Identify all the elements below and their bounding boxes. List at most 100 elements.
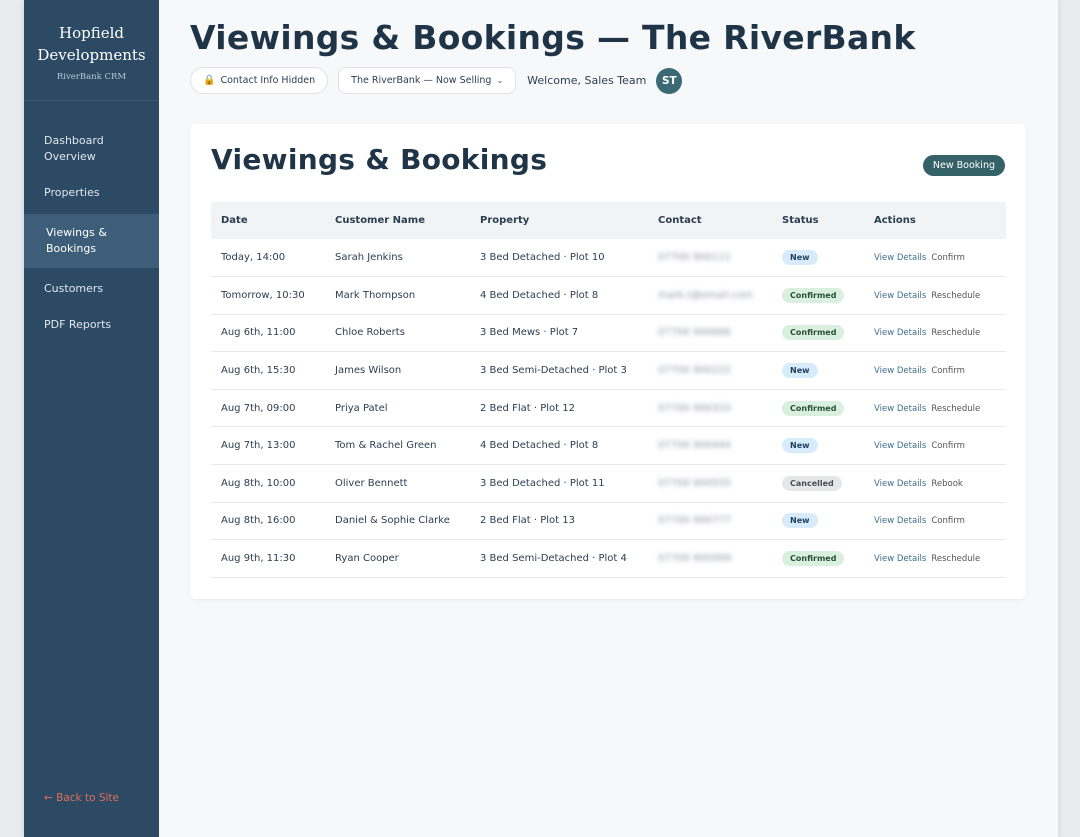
- cell-customer: Tom & Rachel Green: [335, 440, 437, 452]
- view-details-link[interactable]: View Details: [874, 516, 926, 526]
- contact-privacy-toggle[interactable]: 🔒 Contact Info Hidden: [190, 67, 329, 94]
- sidebar-nav: Dashboard Overview Properties Viewings &…: [24, 126, 159, 340]
- cell-date: Aug 8th, 10:00: [221, 477, 296, 489]
- confirm-link[interactable]: Confirm: [931, 441, 965, 451]
- cell-property: 3 Bed Detached · Plot 10: [480, 252, 605, 264]
- cell-contact: 07700 900333: [658, 402, 732, 414]
- cell-status: Cancelled: [772, 465, 864, 503]
- cell-status: Confirmed: [772, 277, 864, 315]
- status-badge: New: [782, 438, 818, 454]
- cell-actions: View Details Rebook: [864, 465, 1006, 503]
- cell-customer: Oliver Bennett: [335, 477, 408, 489]
- cell-actions: View Details Confirm: [864, 427, 1006, 465]
- status-badge: New: [782, 363, 818, 379]
- sidebar-item-customers[interactable]: Customers: [24, 274, 159, 304]
- view-details-link[interactable]: View Details: [874, 328, 926, 338]
- table-row: Aug 8th, 10:00 Oliver Bennett 3 Bed Deta…: [211, 465, 1006, 503]
- cell-contact: 07700 900111: [658, 252, 732, 264]
- table-row: Aug 9th, 11:30 Ryan Cooper 3 Bed Semi-De…: [211, 540, 1006, 578]
- cell-actions: View Details Reschedule: [864, 277, 1006, 315]
- reschedule-link[interactable]: Reschedule: [931, 328, 980, 338]
- cell-actions: View Details Confirm: [864, 239, 1006, 277]
- sidebar-item-pdf-reports[interactable]: PDF Reports: [24, 310, 159, 340]
- cell-property: 3 Bed Semi-Detached · Plot 3: [480, 365, 627, 377]
- view-details-link[interactable]: View Details: [874, 441, 926, 451]
- sidebar-item-dashboard[interactable]: Dashboard Overview: [24, 126, 159, 172]
- brand: Hopfield Developments RiverBank CRM: [24, 0, 159, 101]
- cell-date: Tomorrow, 10:30: [221, 289, 305, 301]
- reschedule-link[interactable]: Reschedule: [931, 554, 980, 564]
- table-row: Aug 8th, 16:00 Daniel & Sophie Clarke 2 …: [211, 502, 1006, 540]
- cell-date: Aug 7th, 13:00: [221, 440, 296, 452]
- view-details-link[interactable]: View Details: [874, 479, 926, 489]
- column-header-property[interactable]: Property: [470, 202, 648, 239]
- confirm-link[interactable]: Confirm: [931, 366, 965, 376]
- view-details-link[interactable]: View Details: [874, 404, 926, 414]
- view-details-link[interactable]: View Details: [874, 554, 926, 564]
- cell-property: 4 Bed Detached · Plot 8: [480, 440, 599, 452]
- welcome-text: Welcome, Sales Team: [527, 74, 647, 87]
- table-row: Aug 6th, 11:00 Chloe Roberts 3 Bed Mews …: [211, 314, 1006, 352]
- cell-date: Today, 14:00: [221, 252, 286, 264]
- column-header-status[interactable]: Status: [772, 202, 864, 239]
- chevron-down-icon: ⌄: [496, 76, 504, 85]
- rebook-link[interactable]: Rebook: [931, 479, 962, 489]
- cell-contact: 07700 900555: [658, 477, 732, 489]
- cell-actions: View Details Reschedule: [864, 389, 1006, 427]
- cell-date: Aug 6th, 15:30: [221, 365, 296, 377]
- privacy-toggle-label: Contact Info Hidden: [220, 75, 316, 86]
- confirm-link[interactable]: Confirm: [931, 516, 965, 526]
- avatar[interactable]: ST: [656, 67, 683, 94]
- back-to-site-link[interactable]: ← Back to Site: [44, 792, 119, 804]
- column-header-date[interactable]: Date: [211, 202, 325, 239]
- cell-customer: James Wilson: [335, 365, 402, 377]
- reschedule-link[interactable]: Reschedule: [931, 404, 980, 414]
- confirm-link[interactable]: Confirm: [931, 253, 965, 263]
- cell-customer: Mark Thompson: [335, 289, 416, 301]
- cell-property: 3 Bed Detached · Plot 11: [480, 477, 605, 489]
- cell-status: Confirmed: [772, 540, 864, 578]
- cell-contact: 07700 900222: [658, 365, 732, 377]
- sidebar-item-properties[interactable]: Properties: [24, 178, 159, 208]
- cell-customer: Ryan Cooper: [335, 553, 399, 565]
- cell-property: 3 Bed Semi-Detached · Plot 4: [480, 553, 627, 565]
- lock-icon: 🔒: [203, 75, 216, 86]
- cell-status: Confirmed: [772, 314, 864, 352]
- cell-contact: mark.t@email.com: [658, 289, 753, 301]
- cell-contact: 07700 900666: [658, 327, 732, 339]
- status-badge: Confirmed: [782, 287, 845, 303]
- bookings-card: Viewings & Bookings New Booking Date Cus…: [190, 124, 1026, 599]
- table-body: Today, 14:00 Sarah Jenkins 3 Bed Detache…: [211, 239, 1006, 578]
- cell-customer: Daniel & Sophie Clarke: [335, 515, 450, 527]
- cell-property: 2 Bed Flat · Plot 13: [480, 515, 575, 527]
- cell-customer: Priya Patel: [335, 402, 388, 414]
- column-header-customer[interactable]: Customer Name: [325, 202, 470, 239]
- cell-date: Aug 9th, 11:30: [221, 553, 296, 565]
- new-booking-button[interactable]: New Booking: [922, 155, 1005, 176]
- cell-contact: 07700 900444: [658, 440, 732, 452]
- view-details-link[interactable]: View Details: [874, 366, 926, 376]
- reschedule-link[interactable]: Reschedule: [931, 291, 980, 301]
- cell-property: 2 Bed Flat · Plot 12: [480, 402, 575, 414]
- cell-property: 3 Bed Mews · Plot 7: [480, 327, 579, 339]
- sidebar: Hopfield Developments RiverBank CRM Dash…: [24, 0, 159, 837]
- view-details-link[interactable]: View Details: [874, 253, 926, 263]
- status-badge: Confirmed: [782, 325, 845, 341]
- sidebar-item-viewings[interactable]: Viewings & Bookings: [24, 214, 159, 268]
- cell-date: Aug 8th, 16:00: [221, 515, 296, 527]
- cell-customer: Chloe Roberts: [335, 327, 405, 339]
- brand-name-line1: Hopfield: [59, 24, 124, 42]
- table-header-row: Date Customer Name Property Contact Stat…: [211, 202, 1006, 239]
- table-row: Aug 7th, 09:00 Priya Patel 2 Bed Flat · …: [211, 389, 1006, 427]
- bookings-table: Date Customer Name Property Contact Stat…: [211, 202, 1006, 578]
- cell-customer: Sarah Jenkins: [335, 252, 403, 264]
- cell-status: New: [772, 352, 864, 390]
- development-select[interactable]: The RiverBank — Now Selling ⌄: [338, 67, 517, 94]
- column-header-contact[interactable]: Contact: [648, 202, 772, 239]
- status-badge: Confirmed: [782, 551, 845, 567]
- cell-date: Aug 7th, 09:00: [221, 402, 296, 414]
- topbar: 🔒 Contact Info Hidden The RiverBank — No…: [190, 67, 683, 94]
- cell-actions: View Details Confirm: [864, 502, 1006, 540]
- view-details-link[interactable]: View Details: [874, 291, 926, 301]
- cell-actions: View Details Reschedule: [864, 540, 1006, 578]
